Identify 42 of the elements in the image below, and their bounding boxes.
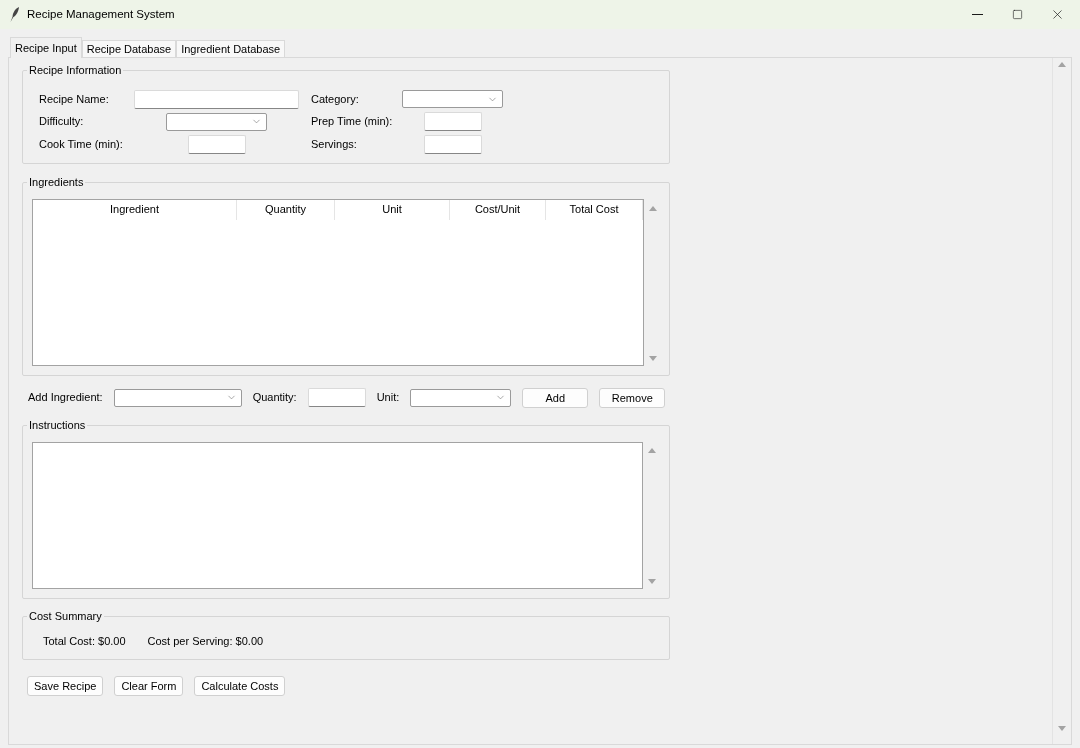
cost-text: Cost per Serving: $0.00: [147, 634, 264, 648]
tab[interactable]: Ingredient Database: [176, 40, 286, 57]
section-title: Ingredients: [28, 175, 85, 189]
add-button[interactable]: Add: [522, 387, 589, 408]
triangle-up-icon[interactable]: [1058, 62, 1066, 67]
feather-icon: [10, 7, 19, 22]
field-label: Category:: [310, 92, 359, 106]
dropdown[interactable]: [113, 388, 242, 407]
section-title: Instructions: [28, 418, 87, 432]
maximize-icon: [1011, 9, 1023, 20]
remove-button[interactable]: Remove: [599, 387, 666, 408]
tab[interactable]: Recipe Input: [10, 37, 82, 58]
triangle-down-icon[interactable]: [648, 578, 656, 584]
field-label: Prep Time (min):: [310, 115, 393, 129]
field-label: Quantity:: [252, 391, 297, 404]
section-title: Cost Summary: [28, 609, 103, 623]
field-label: Recipe Name:: [38, 92, 109, 106]
field-label: Servings:: [310, 137, 357, 151]
dropdown[interactable]: [410, 388, 512, 407]
calculate-costs-button[interactable]: Calculate Costs: [194, 675, 286, 696]
input-field[interactable]: [307, 388, 366, 407]
triangle-up-icon[interactable]: [649, 205, 657, 211]
triangle-up-icon[interactable]: [648, 447, 656, 453]
section-title: Recipe Information: [28, 64, 123, 77]
window-title: Recipe Management System: [27, 7, 175, 22]
minimize-icon: [971, 14, 983, 15]
field-label: Add Ingredient:: [28, 391, 103, 404]
save-recipe-button[interactable]: Save Recipe: [27, 675, 104, 696]
field-label: Difficulty:: [38, 115, 84, 129]
triangle-down-icon[interactable]: [1058, 726, 1066, 731]
tab[interactable]: Recipe Database: [81, 40, 177, 57]
dropdown[interactable]: [402, 90, 503, 109]
input-field[interactable]: [423, 112, 482, 132]
input-field[interactable]: [423, 134, 482, 154]
clear-form-button[interactable]: Clear Form: [114, 675, 184, 696]
field-label: Cook Time (min):: [38, 137, 123, 151]
triangle-down-icon[interactable]: [649, 355, 657, 361]
input-field[interactable]: [134, 89, 299, 109]
dropdown[interactable]: [166, 112, 267, 131]
field-label: Unit:: [376, 391, 400, 404]
input-field[interactable]: [187, 134, 246, 154]
cost-text: Total Cost: $0.00: [43, 634, 126, 648]
